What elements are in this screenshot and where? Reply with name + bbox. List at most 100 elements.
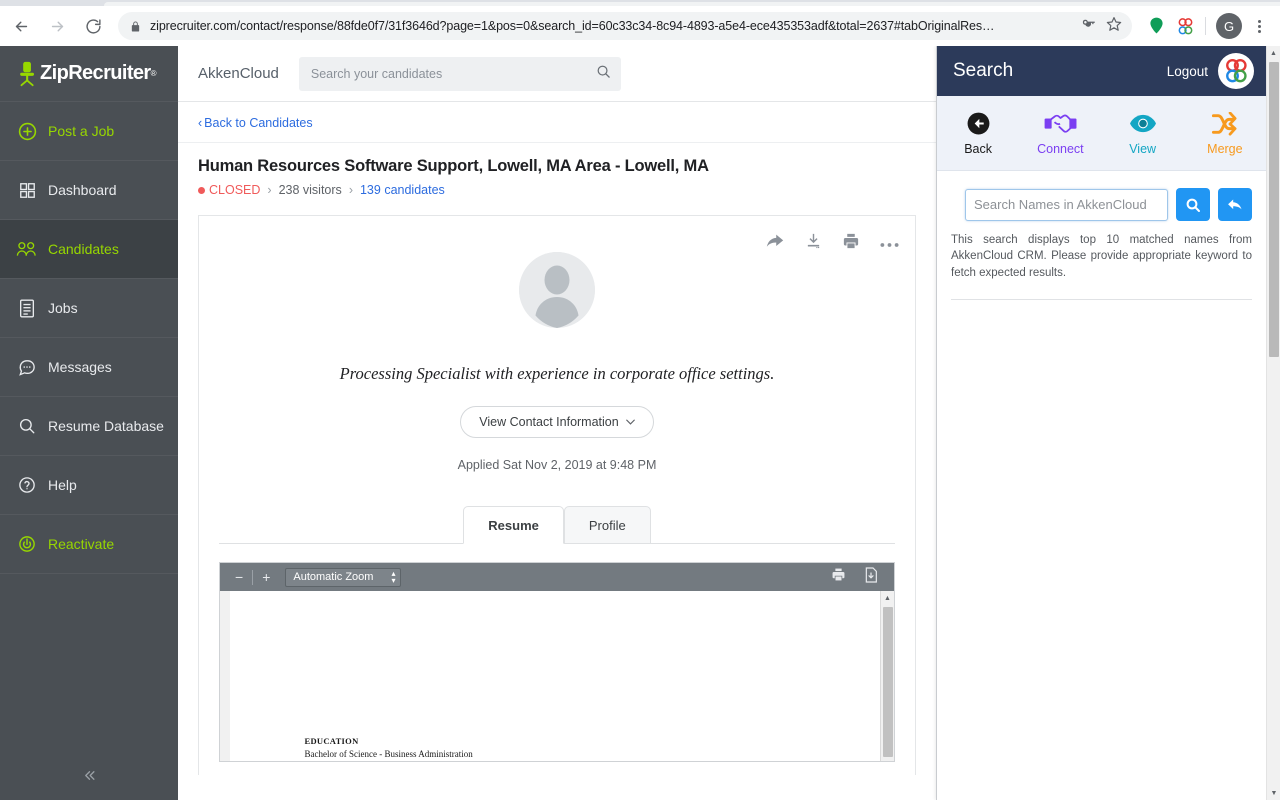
back-to-candidates-link[interactable]: ‹ Back to Candidates xyxy=(178,102,936,142)
sidebar-item-help[interactable]: Help xyxy=(0,456,178,515)
akkencloud-icon xyxy=(1178,17,1192,34)
job-title-block: Human Resources Software Support, Lowell… xyxy=(178,142,936,197)
scroll-down-arrow[interactable]: ▼ xyxy=(1267,786,1280,800)
meta-separator: › xyxy=(267,183,272,197)
sidebar-item-jobs[interactable]: Jobs xyxy=(0,279,178,338)
document-icon xyxy=(12,299,42,318)
updown-spinner-icon: ▴ ▾ xyxy=(391,569,396,585)
extension-action-label: Connect xyxy=(1037,141,1084,156)
candidate-card: Processing Specialist with experience in… xyxy=(198,215,916,775)
reload-icon xyxy=(85,18,101,34)
chrome-menu-button[interactable] xyxy=(1246,13,1272,39)
search-icon xyxy=(1186,198,1200,212)
menu-dot xyxy=(1257,29,1261,33)
status-badge: CLOSED xyxy=(198,183,260,197)
akkencloud-search-button[interactable] xyxy=(1176,188,1210,221)
pdf-download-icon[interactable] xyxy=(864,566,878,588)
view-contact-information-button[interactable]: View Contact Information xyxy=(460,406,654,438)
akkencloud-reset-button[interactable] xyxy=(1218,188,1252,221)
back-link-label: Back to Candidates xyxy=(204,116,313,130)
pdf-education-line: Bachelor of Science - Business Administr… xyxy=(304,749,473,759)
candidates-count-link[interactable]: 139 candidates xyxy=(360,183,445,197)
question-icon xyxy=(12,476,42,494)
left-sidebar: ZipRecruiter ® Post a Job Dashboard Cand… xyxy=(0,46,178,800)
chair-logo-icon xyxy=(18,61,37,87)
forward-button[interactable] xyxy=(42,11,72,41)
extension-connect-button[interactable]: Connect xyxy=(1019,111,1101,156)
sidebar-item-dashboard[interactable]: Dashboard xyxy=(0,161,178,220)
sidebar-item-post-a-job[interactable]: Post a Job xyxy=(0,102,178,161)
profile-avatar[interactable]: G xyxy=(1216,13,1242,39)
toolbar-divider xyxy=(1205,17,1206,35)
sidebar-item-messages[interactable]: Messages xyxy=(0,338,178,397)
extension-view-button[interactable]: View xyxy=(1102,111,1184,156)
tab-resume[interactable]: Resume xyxy=(463,506,564,544)
sidebar-item-label: Dashboard xyxy=(48,182,117,198)
grid-icon xyxy=(12,182,42,199)
sidebar-item-reactivate[interactable]: Reactivate xyxy=(0,515,178,574)
extension-action-label: Back xyxy=(964,141,993,156)
triangle-up-icon[interactable]: ▲ xyxy=(881,591,894,605)
sidebar-item-label: Jobs xyxy=(48,300,78,316)
chevron-down-icon xyxy=(625,419,635,425)
status-dot-icon xyxy=(198,186,205,194)
reload-button[interactable] xyxy=(78,11,108,41)
sidebar-item-label: Post a Job xyxy=(48,123,115,139)
arrow-left-icon xyxy=(15,21,27,31)
double-chevron-left-icon xyxy=(84,770,95,780)
visitors-count: 238 visitors xyxy=(278,183,342,197)
trademark-mark: ® xyxy=(150,69,157,78)
sidebar-item-resume-database[interactable]: Resume Database xyxy=(0,397,178,456)
extension-back-button[interactable]: Back xyxy=(937,111,1019,156)
pdf-page: EDUCATION Bachelor of Science - Business… xyxy=(229,591,885,761)
ziprecruiter-logo[interactable]: ZipRecruiter ® xyxy=(0,46,178,102)
zoom-out-button[interactable]: − xyxy=(228,570,250,584)
key-icon[interactable] xyxy=(1081,16,1096,36)
undo-arrow-icon xyxy=(1228,199,1242,209)
scroll-up-arrow[interactable]: ▲ xyxy=(1267,46,1280,60)
sidebar-item-label: Help xyxy=(48,477,77,493)
extension-green-pin-icon[interactable] xyxy=(1143,13,1169,39)
akkencloud-search-input[interactable] xyxy=(965,188,1168,221)
page-scrollbar[interactable]: ▲ ▼ xyxy=(1266,46,1280,800)
applied-date: Applied Sat Nov 2, 2019 at 9:48 PM xyxy=(457,458,657,472)
address-bar[interactable]: ziprecruiter.com/contact/response/88fde0… xyxy=(118,12,1132,40)
download-icon[interactable] xyxy=(805,232,822,255)
contact-button-container: View Contact Information xyxy=(199,406,915,438)
contact-button-label: View Contact Information xyxy=(479,415,619,429)
chat-icon xyxy=(12,358,42,377)
extension-title: Search xyxy=(953,60,1014,81)
extension-action-bar: Back Connect View Merge xyxy=(937,96,1266,171)
candidate-search-box[interactable] xyxy=(298,56,621,91)
candidate-headline: Processing Specialist with experience in… xyxy=(339,364,775,383)
pdf-text-block: EDUCATION Bachelor of Science - Business… xyxy=(305,736,473,759)
user-avatar-placeholder-icon xyxy=(519,252,595,328)
pdf-viewer: − + Automatic Zoom ▴ ▾ EDUCATION Bachelo… xyxy=(219,562,895,762)
pdf-print-icon[interactable] xyxy=(831,567,846,587)
search-icon[interactable] xyxy=(596,64,611,84)
share-arrow-icon[interactable] xyxy=(765,232,785,255)
green-pin-icon xyxy=(1149,17,1163,33)
search-input[interactable] xyxy=(310,66,596,81)
more-horizontal-icon[interactable] xyxy=(880,235,899,253)
pdf-scrollbar[interactable]: ▲ xyxy=(880,591,894,761)
zoom-in-button[interactable]: + xyxy=(255,570,277,584)
back-button[interactable] xyxy=(6,11,36,41)
page-scrollbar-thumb[interactable] xyxy=(1269,62,1279,357)
extension-akkencloud-icon[interactable] xyxy=(1172,13,1198,39)
logout-button[interactable]: Logout xyxy=(1167,64,1208,79)
menu-dot xyxy=(1257,19,1261,23)
bookmark-star-icon[interactable] xyxy=(1106,16,1122,37)
tab-profile[interactable]: Profile xyxy=(563,506,651,544)
sidebar-item-candidates[interactable]: Candidates xyxy=(0,220,178,279)
sidebar-collapse-button[interactable] xyxy=(0,750,178,800)
extension-header: Search Logout xyxy=(937,46,1266,96)
page-title: Human Resources Software Support, Lowell… xyxy=(198,157,709,175)
card-action-bar xyxy=(765,232,899,255)
pdf-scrollbar-thumb[interactable] xyxy=(883,607,893,757)
pdf-page-area[interactable]: EDUCATION Bachelor of Science - Business… xyxy=(220,591,894,761)
zoom-level-select[interactable]: Automatic Zoom ▴ ▾ xyxy=(285,567,402,587)
extension-divider xyxy=(951,298,1252,300)
extension-merge-button[interactable]: Merge xyxy=(1184,111,1266,156)
print-icon[interactable] xyxy=(842,232,860,255)
